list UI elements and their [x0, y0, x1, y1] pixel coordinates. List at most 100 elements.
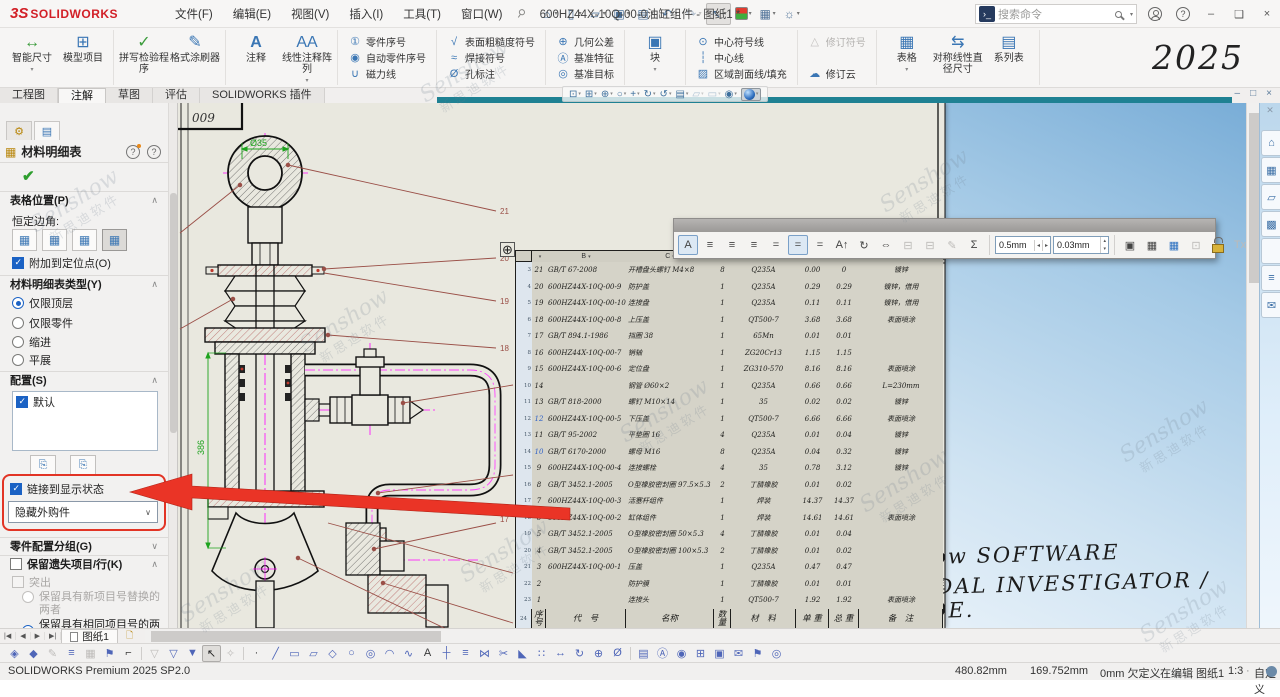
- material-cell[interactable]: Q235A: [731, 262, 796, 279]
- item-no-cell[interactable]: 8: [532, 477, 546, 494]
- total-weight-cell[interactable]: 0.02: [829, 543, 859, 560]
- item-no-cell[interactable]: 16: [532, 345, 546, 362]
- magnetic-line-button[interactable]: ∪磁力线: [345, 66, 429, 81]
- balloon-button[interactable]: ①零件序号: [345, 34, 429, 49]
- remark-cell[interactable]: [859, 559, 943, 576]
- item-no-cell[interactable]: 13: [532, 394, 546, 411]
- pin-menubar-icon[interactable]: ⚲: [514, 6, 528, 21]
- dissolve-missing-item-button[interactable]: ⎘: [70, 455, 96, 475]
- qty-cell[interactable]: 2: [714, 477, 731, 494]
- unit-weight-cell[interactable]: 0.11: [796, 295, 829, 312]
- qty-cell[interactable]: 1: [714, 328, 731, 345]
- lock-table-icon[interactable]: [1208, 235, 1228, 255]
- material-cell[interactable]: Q235A: [731, 279, 796, 296]
- unit-weight-cell[interactable]: 1.15: [796, 345, 829, 362]
- sketch-text-icon[interactable]: A: [418, 645, 437, 662]
- spell-check-button[interactable]: ✓拼写检验程序: [119, 30, 169, 85]
- open-file-icon[interactable]: ▱▾: [586, 3, 609, 25]
- next-sheet-button[interactable]: ▶: [31, 632, 45, 640]
- total-weight-cell[interactable]: 14.37: [829, 493, 859, 510]
- total-weight-cell[interactable]: 3.12: [829, 460, 859, 477]
- item-no-cell[interactable]: 21: [532, 262, 546, 279]
- qty-cell[interactable]: 4: [714, 526, 731, 543]
- panel-scrollbar[interactable]: [168, 103, 177, 628]
- options-gear-icon[interactable]: ☼▾: [780, 3, 803, 25]
- section-table-position[interactable]: 表格位置(P)∧: [0, 191, 168, 208]
- unit-weight-cell[interactable]: 0.04: [796, 444, 829, 461]
- property-manager-tab[interactable]: ▤: [34, 121, 60, 140]
- sketch-point-icon[interactable]: ·: [247, 645, 266, 662]
- dowel-symbol-icon[interactable]: ◉: [672, 645, 691, 662]
- qty-cell[interactable]: 1: [714, 378, 731, 395]
- name-cell[interactable]: 平垫圈 16: [626, 427, 714, 444]
- name-cell[interactable]: 压盖: [626, 559, 714, 576]
- code-cell[interactable]: 600HZ44X-10Q-00-5: [546, 411, 626, 428]
- whats-new-help-icon[interactable]: ?: [126, 145, 140, 159]
- material-cell[interactable]: QT500-7: [731, 592, 796, 609]
- qty-cell[interactable]: 1: [714, 576, 731, 593]
- code-cell[interactable]: 600HZ44X-10Q-00-4: [546, 460, 626, 477]
- view-palette-icon[interactable]: ▩: [1261, 211, 1280, 237]
- status-tip-icon[interactable]: [1266, 666, 1277, 677]
- split-table-horizontal-icon[interactable]: ⊟: [898, 235, 918, 255]
- table-move-handle-icon[interactable]: ⊕: [500, 242, 515, 257]
- user-account-icon[interactable]: [1148, 7, 1162, 21]
- code-cell[interactable]: [546, 592, 626, 609]
- code-cell[interactable]: GB/T 67-2008: [546, 262, 626, 279]
- footer-total-weight[interactable]: 总 重: [829, 609, 859, 629]
- edit-cell-icon[interactable]: ✎: [942, 235, 962, 255]
- add-sheet-tab[interactable]: 🗋: [118, 628, 141, 644]
- remark-cell[interactable]: 镀锌: [859, 427, 943, 444]
- footer-remark[interactable]: 备 注: [859, 609, 943, 629]
- annotation-note-icon[interactable]: ▤: [634, 645, 653, 662]
- name-cell[interactable]: 连接盘: [626, 295, 714, 312]
- formula-sigma-icon[interactable]: Σ: [964, 235, 984, 255]
- sheet-scale[interactable]: 1:3: [1228, 665, 1243, 677]
- unit-weight-cell[interactable]: 0.47: [796, 559, 829, 576]
- code-cell[interactable]: 600HZ44X-10Q-00-3: [546, 493, 626, 510]
- row-number-cell[interactable]: 15: [516, 460, 532, 477]
- geometric-tolerance-button[interactable]: ⊕几何公差: [553, 34, 617, 49]
- item-no-cell[interactable]: 5: [532, 526, 546, 543]
- code-cell[interactable]: 600HZ44X-10Q-00-2: [546, 510, 626, 527]
- remark-cell[interactable]: 镀锌: [859, 394, 943, 411]
- zoom-in-out-icon[interactable]: ⊕▾: [601, 89, 613, 100]
- material-cell[interactable]: QT500-7: [731, 312, 796, 329]
- item-no-cell[interactable]: 17: [532, 328, 546, 345]
- offset-entities-icon[interactable]: ≡: [456, 645, 475, 662]
- command-tab[interactable]: 注解: [58, 88, 106, 103]
- rotate-text-icon[interactable]: ↻: [854, 235, 874, 255]
- total-weight-cell[interactable]: 0: [829, 262, 859, 279]
- name-cell[interactable]: 挡圈 38: [626, 328, 714, 345]
- row-number-cell[interactable]: 20: [516, 543, 532, 560]
- chamfer-icon[interactable]: ◣: [513, 645, 532, 662]
- code-cell[interactable]: GB/T 894.1-1986: [546, 328, 626, 345]
- align-middle-icon[interactable]: =: [788, 235, 808, 255]
- remark-cell[interactable]: [859, 543, 943, 560]
- section-part-configuration-grouping[interactable]: 零件配置分组(G)∨: [0, 537, 168, 554]
- name-cell[interactable]: 开槽盘头螺钉 M4×8: [626, 262, 714, 279]
- total-weight-cell[interactable]: 6.66: [829, 411, 859, 428]
- undo-icon[interactable]: ↶▾: [658, 3, 681, 25]
- qty-cell[interactable]: 1: [714, 345, 731, 362]
- code-cell[interactable]: 600HZ44X-10Q-00-1: [546, 559, 626, 576]
- row-number-cell[interactable]: 12: [516, 411, 532, 428]
- sketch-line-icon[interactable]: ╱: [266, 645, 285, 662]
- total-weight-cell[interactable]: 0.02: [829, 394, 859, 411]
- menu-item[interactable]: 工具(T): [394, 3, 450, 25]
- keep-missing-checkbox[interactable]: [10, 558, 22, 570]
- row-number-cell[interactable]: 22: [516, 576, 532, 593]
- separator[interactable]: [627, 645, 634, 662]
- total-weight-cell[interactable]: 0.02: [829, 477, 859, 494]
- qty-cell[interactable]: 4: [714, 460, 731, 477]
- menu-item[interactable]: 窗口(W): [452, 3, 512, 25]
- code-cell[interactable]: [546, 576, 626, 593]
- custom-properties-icon[interactable]: ≡: [1261, 265, 1280, 291]
- note-button[interactable]: A注释: [231, 30, 281, 85]
- row-number-cell[interactable]: 21: [516, 559, 532, 576]
- material-cell[interactable]: 焊装: [731, 510, 796, 527]
- redraw-icon[interactable]: ↺▾: [660, 89, 672, 100]
- pan-icon[interactable]: +▾: [630, 89, 639, 100]
- qty-cell[interactable]: 1: [714, 411, 731, 428]
- location-label-icon[interactable]: ⚑: [748, 645, 767, 662]
